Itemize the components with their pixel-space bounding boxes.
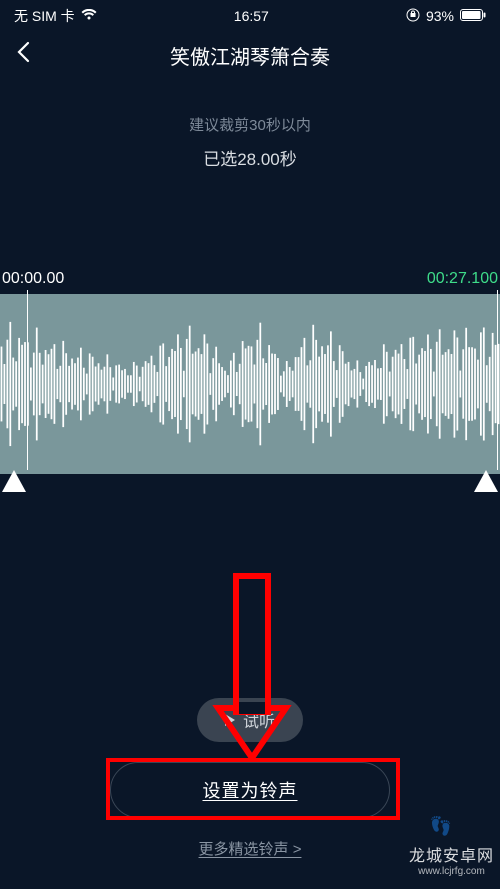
page-title: 笑傲江湖琴箫合奏 bbox=[170, 41, 330, 70]
back-button[interactable] bbox=[16, 41, 46, 70]
tips-section: 建议裁剪30秒以内 已选28.00秒 bbox=[0, 114, 500, 170]
selected-duration: 已选28.00秒 bbox=[0, 145, 500, 170]
battery-text: 93% bbox=[426, 8, 454, 24]
action-area: 试听 设置为铃声 更多精选铃声 > bbox=[0, 698, 500, 859]
audio-editor: 00:00.00 00:27.100 bbox=[0, 270, 500, 510]
preview-button[interactable]: 试听 bbox=[197, 698, 303, 742]
trim-handle-left[interactable] bbox=[2, 470, 26, 492]
status-time: 16:57 bbox=[234, 8, 269, 24]
crop-hint: 建议裁剪30秒以内 bbox=[0, 114, 500, 135]
play-icon bbox=[225, 714, 235, 726]
set-ringtone-button[interactable]: 设置为铃声 bbox=[110, 762, 390, 818]
waveform[interactable] bbox=[0, 294, 500, 474]
wifi-icon bbox=[81, 8, 97, 24]
watermark-url: www.lcjrfg.com bbox=[409, 866, 494, 877]
start-time: 00:00.00 bbox=[2, 270, 64, 288]
battery-icon bbox=[460, 8, 486, 24]
end-time: 00:27.100 bbox=[427, 270, 498, 288]
orientation-lock-icon bbox=[406, 8, 420, 25]
header: 笑傲江湖琴箫合奏 bbox=[0, 32, 500, 78]
trim-handle-right[interactable] bbox=[474, 470, 498, 492]
carrier-text: 无 SIM 卡 bbox=[14, 6, 75, 26]
status-bar: 无 SIM 卡 16:57 93% bbox=[0, 0, 500, 32]
preview-label: 试听 bbox=[243, 708, 275, 732]
more-ringtones-link[interactable]: 更多精选铃声 > bbox=[0, 838, 500, 859]
waveform-svg bbox=[0, 294, 500, 474]
